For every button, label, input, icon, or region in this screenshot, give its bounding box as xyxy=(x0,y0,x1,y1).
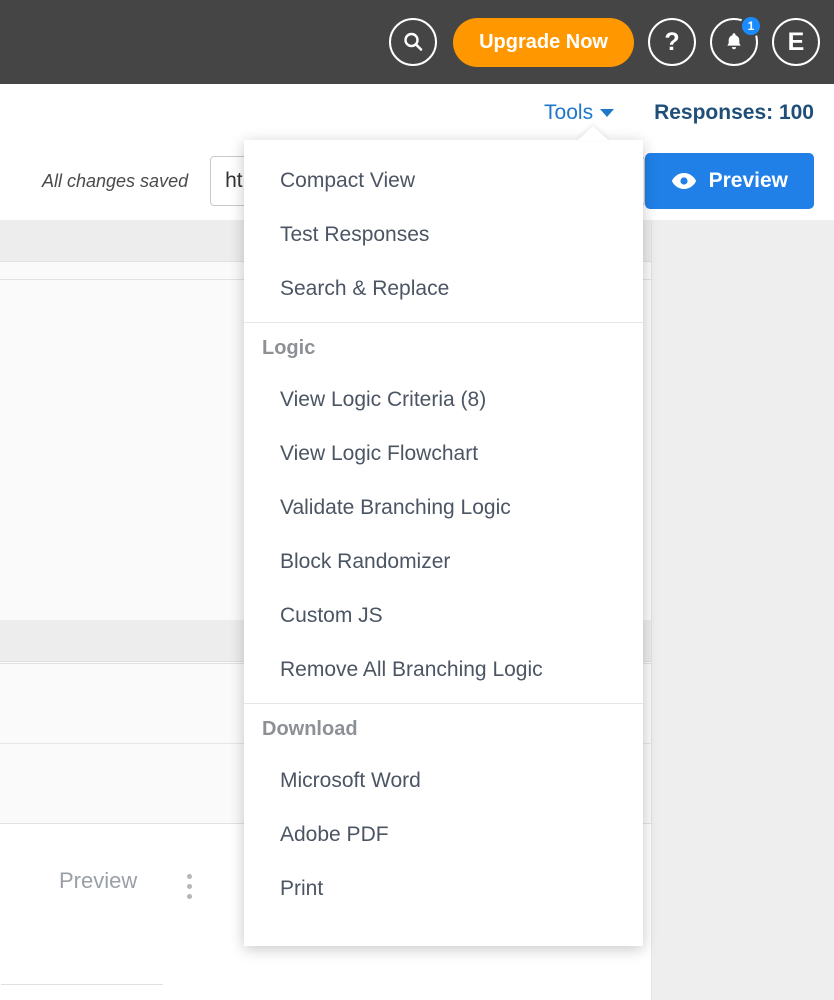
menu-item-view-logic-criteria[interactable]: View Logic Criteria (8) xyxy=(244,373,643,427)
menu-item-adobe-pdf[interactable]: Adobe PDF xyxy=(244,808,643,862)
footer-divider xyxy=(1,984,163,985)
avatar-initial: E xyxy=(787,27,805,56)
menu-item-test-responses[interactable]: Test Responses xyxy=(244,208,643,262)
menu-item-validate-branching-logic[interactable]: Validate Branching Logic xyxy=(244,481,643,535)
tools-label: Tools xyxy=(544,101,594,124)
kebab-menu-icon-2[interactable] xyxy=(187,874,192,899)
menu-group-title-download: Download xyxy=(262,717,358,740)
eye-icon xyxy=(671,173,696,189)
upgrade-now-button[interactable]: Upgrade Now xyxy=(453,17,634,67)
menu-item-microsoft-word[interactable]: Microsoft Word xyxy=(244,754,643,808)
notification-badge: 1 xyxy=(740,15,762,37)
help-button[interactable]: ? xyxy=(648,18,696,66)
menu-item-print[interactable]: Print xyxy=(244,862,643,916)
menu-item-search-replace[interactable]: Search & Replace xyxy=(244,262,643,316)
avatar[interactable]: E xyxy=(772,18,820,66)
sub-header-bar: Tools Responses: 100 xyxy=(0,84,834,142)
menu-group-title-logic: Logic xyxy=(262,336,316,359)
bell-icon xyxy=(727,33,741,50)
preview-button[interactable]: Preview xyxy=(644,153,814,209)
menu-section-download: Download Microsoft Word Adobe PDF Print xyxy=(244,704,643,916)
question-mark-icon: ? xyxy=(664,27,680,56)
responses-count: Responses: 100 xyxy=(654,101,814,124)
menu-item-custom-js[interactable]: Custom JS xyxy=(244,589,643,643)
tools-dropdown-trigger[interactable]: Tools xyxy=(544,101,615,125)
save-status-text: All changes saved xyxy=(42,170,189,191)
chevron-down-icon xyxy=(600,109,615,117)
dropdown-arrow xyxy=(577,126,609,141)
menu-item-compact-view[interactable]: Compact View xyxy=(244,154,643,208)
tools-dropdown-menu: Compact View Test Responses Search & Rep… xyxy=(244,140,643,946)
search-button[interactable] xyxy=(389,18,438,66)
notifications-button[interactable]: 1 xyxy=(710,15,762,66)
preview-ghost-label: Preview xyxy=(59,868,138,893)
preview-button-label: Preview xyxy=(708,169,788,192)
menu-item-view-logic-flowchart[interactable]: View Logic Flowchart xyxy=(244,427,643,481)
menu-item-block-randomizer[interactable]: Block Randomizer xyxy=(244,535,643,589)
menu-section-logic: Logic View Logic Criteria (8) View Logic… xyxy=(244,323,643,697)
app-root: Preview Upgrade Now ? 1 E Tools Response… xyxy=(0,0,834,1000)
menu-section-general: Compact View Test Responses Search & Rep… xyxy=(244,140,643,316)
top-navigation-bar: Upgrade Now ? 1 E xyxy=(0,0,834,84)
search-icon xyxy=(404,32,423,51)
menu-item-remove-all-branching-logic[interactable]: Remove All Branching Logic xyxy=(244,643,643,697)
